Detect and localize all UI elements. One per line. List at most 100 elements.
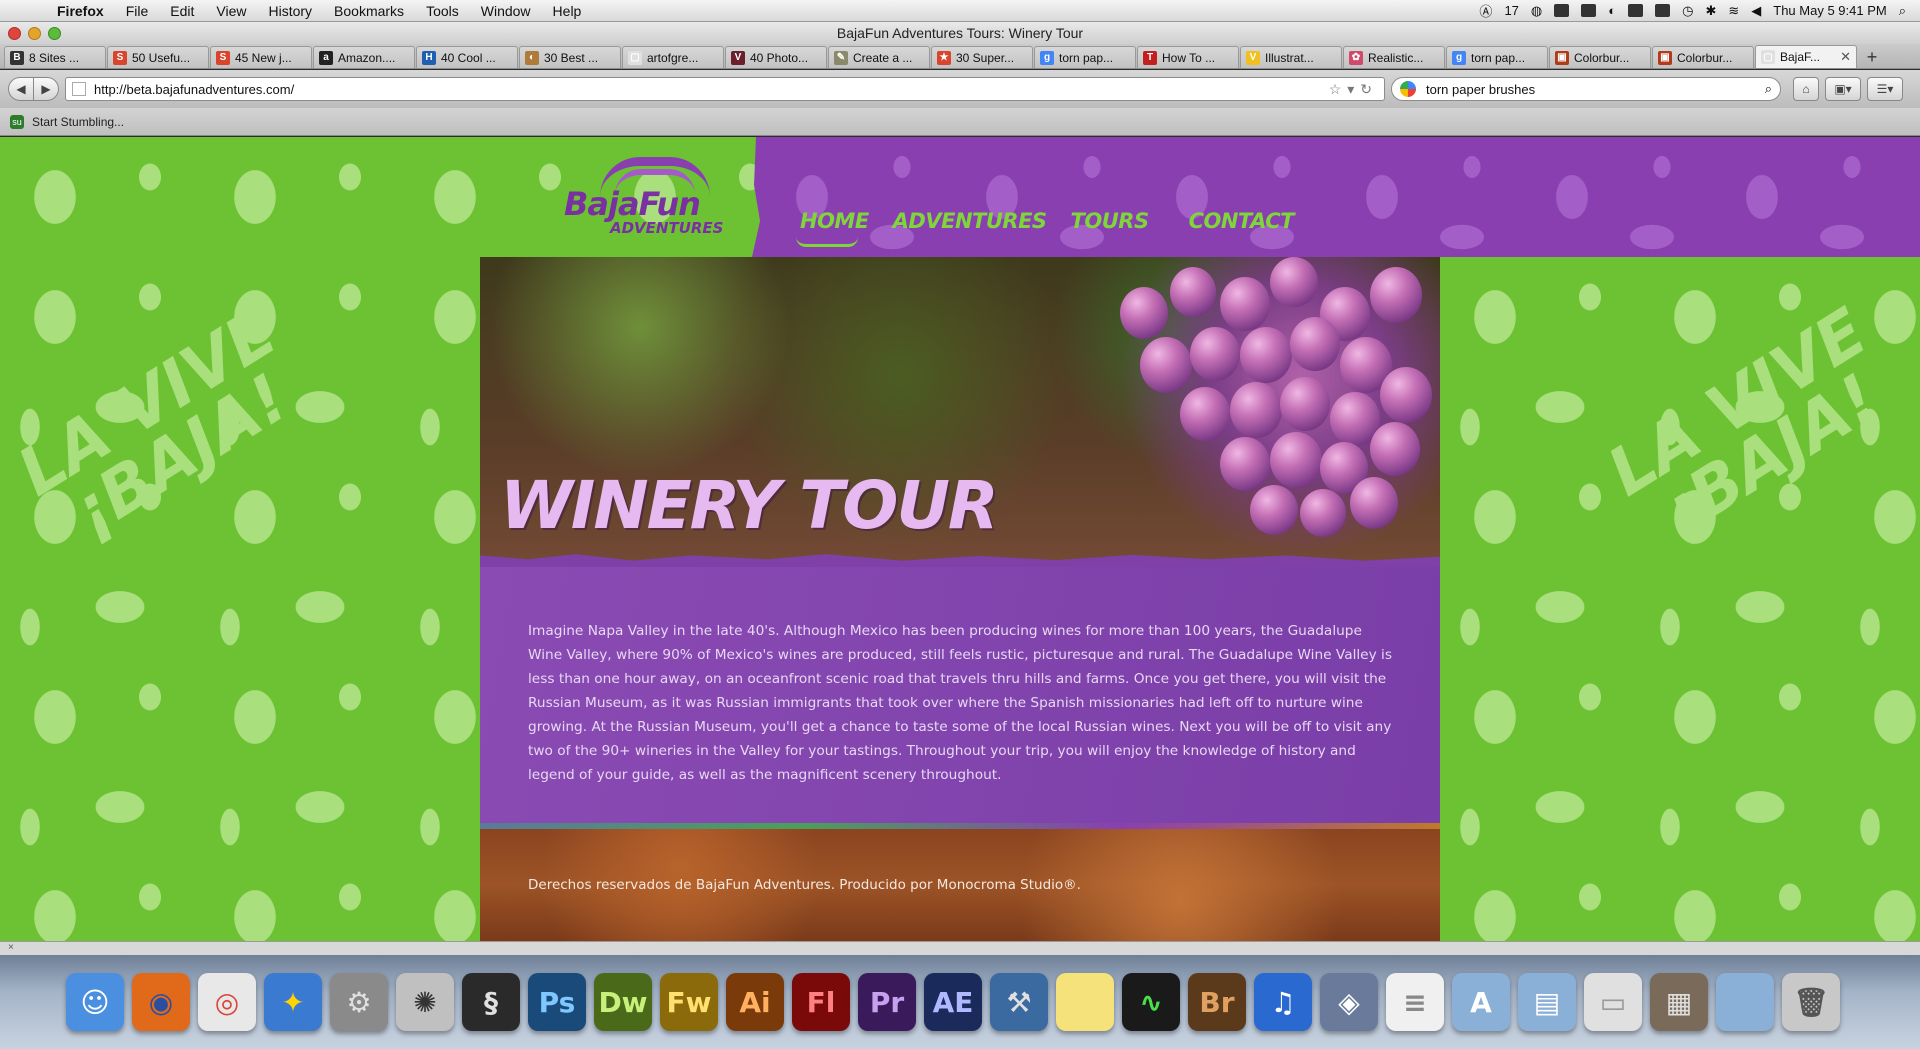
- bridge-icon[interactable]: Br: [1188, 973, 1246, 1031]
- browser-tab[interactable]: ✎ Create a ...: [828, 46, 930, 68]
- applications-folder-icon[interactable]: A: [1452, 973, 1510, 1031]
- fireworks-icon[interactable]: Fw: [660, 973, 718, 1031]
- url-text[interactable]: http://beta.bajafunadventures.com/: [94, 82, 1329, 97]
- flash-icon[interactable]: Fl: [792, 973, 850, 1031]
- browser-tab[interactable]: ▢ BajaF... ✕: [1755, 45, 1857, 68]
- menu-bookmarks[interactable]: Bookmarks: [323, 3, 415, 19]
- browser-tab[interactable]: ▣ Colorbur...: [1652, 46, 1754, 68]
- menubar-clock[interactable]: Thu May 5 9:41 PM: [1773, 3, 1886, 18]
- forward-button[interactable]: ▶: [33, 77, 59, 101]
- after-effects-icon[interactable]: AE: [924, 973, 982, 1031]
- tab-favicon-icon: ★: [937, 50, 951, 65]
- navigation-toolbar: ◀ ▶ http://beta.bajafunadventures.com/ ☆…: [0, 70, 1920, 108]
- menu-help[interactable]: Help: [542, 3, 593, 19]
- nav-adventures-link[interactable]: ADVENTURES: [893, 209, 1047, 233]
- browser-tab[interactable]: ▣ Colorbur...: [1549, 46, 1651, 68]
- browser-tab[interactable]: T How To ...: [1137, 46, 1239, 68]
- menu-toolbar-button[interactable]: ☰▾: [1867, 77, 1903, 101]
- minimize-window-button[interactable]: [28, 27, 41, 40]
- grape-icon: [1120, 287, 1168, 339]
- adobe-updater-icon[interactable]: Ⓐ: [1479, 1, 1492, 20]
- menu-tools[interactable]: Tools: [415, 3, 470, 19]
- chrome-icon[interactable]: ◎: [198, 973, 256, 1031]
- dreamweaver-icon[interactable]: Dw: [594, 973, 652, 1031]
- browser-tab[interactable]: V 40 Photo...: [725, 46, 827, 68]
- globe-icon[interactable]: ◍: [1531, 3, 1542, 19]
- bookmark-star-icon[interactable]: ☆▾: [1329, 81, 1361, 98]
- display-icon[interactable]: [1655, 4, 1671, 17]
- tweetie-icon[interactable]: ✦: [264, 973, 322, 1031]
- menu-window[interactable]: Window: [470, 3, 542, 19]
- browser-tab[interactable]: ✿ Realistic...: [1343, 46, 1445, 68]
- home-button[interactable]: ⌂: [1793, 77, 1819, 101]
- stickies-icon[interactable]: [1056, 973, 1114, 1031]
- zoom-window-button[interactable]: [48, 27, 61, 40]
- bluetooth-icon[interactable]: ✱: [1705, 3, 1716, 19]
- reload-icon[interactable]: ↻: [1360, 81, 1378, 98]
- browser-tab[interactable]: ◐ 30 Best ...: [519, 46, 621, 68]
- preview-icon[interactable]: ◈: [1320, 973, 1378, 1031]
- search-bar[interactable]: ⌕: [1391, 77, 1781, 101]
- tab-favicon-icon: B: [10, 50, 24, 65]
- close-findbar-icon[interactable]: ×: [8, 942, 14, 953]
- menu-edit[interactable]: Edit: [159, 3, 205, 19]
- zbrush-icon[interactable]: ✺: [396, 973, 454, 1031]
- browser-tab[interactable]: ★ 30 Super...: [931, 46, 1033, 68]
- new-tab-button[interactable]: +: [1858, 46, 1886, 68]
- nav-contact-link[interactable]: CONTACT: [1189, 209, 1295, 233]
- photoshop-icon[interactable]: Ps: [528, 973, 586, 1031]
- volume-icon[interactable]: ◀: [1751, 3, 1761, 19]
- illustrator-icon[interactable]: Ai: [726, 973, 784, 1031]
- addon-toolbar-button[interactable]: ▣▾: [1825, 77, 1861, 101]
- browser-tab[interactable]: B 8 Sites ...: [4, 46, 106, 68]
- dropbox-icon[interactable]: [1581, 4, 1597, 17]
- itunes-icon[interactable]: ♫: [1254, 973, 1312, 1031]
- puzzle-icon: ▣▾: [1834, 82, 1852, 96]
- google-search-engine-icon[interactable]: [1400, 81, 1416, 97]
- back-button[interactable]: ◀: [8, 77, 34, 101]
- system-prefs-icon[interactable]: ⚙: [330, 973, 388, 1031]
- trash-icon[interactable]: 🗑: [1782, 973, 1840, 1031]
- documents-folder-icon[interactable]: ▤: [1518, 973, 1576, 1031]
- activity-monitor-icon[interactable]: ∿: [1122, 973, 1180, 1031]
- site-logo[interactable]: BajaFun ADVENTURES: [560, 157, 730, 237]
- browser-tab[interactable]: g torn pap...: [1446, 46, 1548, 68]
- xcode-icon[interactable]: ⚒: [990, 973, 1048, 1031]
- close-window-button[interactable]: [8, 27, 21, 40]
- firefox-icon[interactable]: ◉: [132, 973, 190, 1031]
- start-stumbling-button[interactable]: Start Stumbling...: [32, 115, 124, 129]
- camera-icon[interactable]: [1554, 4, 1570, 17]
- text-icon[interactable]: [1628, 4, 1644, 17]
- app-menu-firefox[interactable]: Firefox: [46, 3, 115, 19]
- nav-tours-link[interactable]: TOURS: [1071, 209, 1150, 233]
- search-magnifier-icon[interactable]: ⌕: [1765, 81, 1772, 97]
- menu-history[interactable]: History: [257, 3, 323, 19]
- menu-view[interactable]: View: [205, 3, 257, 19]
- nav-home-link[interactable]: HOME: [796, 209, 869, 247]
- wifi-icon[interactable]: ≋: [1728, 3, 1739, 19]
- browser-tab[interactable]: g torn pap...: [1034, 46, 1136, 68]
- drive-icon[interactable]: ▭: [1584, 973, 1642, 1031]
- premiere-icon[interactable]: Pr: [858, 973, 916, 1031]
- image-stack-icon[interactable]: ▦: [1650, 973, 1708, 1031]
- stumbleupon-icon[interactable]: su: [10, 114, 24, 129]
- spotlight-helper-icon[interactable]: ◐: [1608, 3, 1616, 18]
- browser-tab[interactable]: H 40 Cool ...: [416, 46, 518, 68]
- downloads-folder-icon[interactable]: [1716, 973, 1774, 1031]
- close-tab-icon[interactable]: ✕: [1840, 49, 1851, 65]
- pdf-document-icon[interactable]: ≡: [1386, 973, 1444, 1031]
- search-input[interactable]: [1426, 81, 1765, 97]
- browser-tab[interactable]: S 45 New j...: [210, 46, 312, 68]
- finder-icon[interactable]: ☺: [66, 973, 124, 1031]
- browser-tab[interactable]: S 50 Usefu...: [107, 46, 209, 68]
- tab-label: 45 New j...: [235, 50, 292, 65]
- grape-icon: [1230, 382, 1282, 438]
- spotlight-search-icon[interactable]: ⌕: [1899, 3, 1906, 19]
- browser-tab[interactable]: a Amazon....: [313, 46, 415, 68]
- menu-file[interactable]: File: [115, 3, 160, 19]
- browser-tab[interactable]: V Illustrat...: [1240, 46, 1342, 68]
- browser-tab[interactable]: ▢ artofgre...: [622, 46, 724, 68]
- url-bar[interactable]: http://beta.bajafunadventures.com/ ☆▾ ↻: [65, 77, 1385, 101]
- maya-icon[interactable]: §: [462, 973, 520, 1031]
- time-machine-icon[interactable]: ◷: [1682, 3, 1693, 19]
